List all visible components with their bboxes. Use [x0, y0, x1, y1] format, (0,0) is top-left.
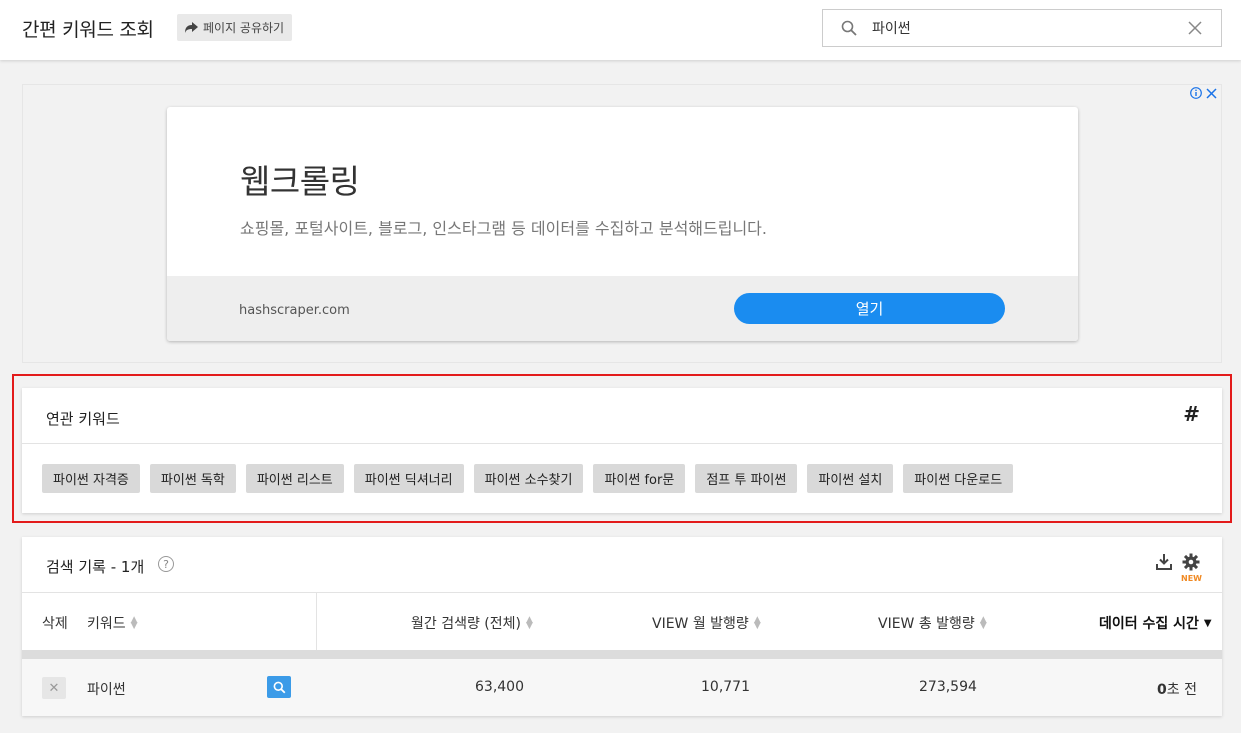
related-keywords-panel: 연관 키워드 # 파이썬 자격증 파이썬 독학 파이썬 리스트 파이썬 딕셔너리…	[22, 388, 1222, 513]
search-history-title: 검색 기록 - 1개	[46, 558, 145, 576]
column-monthly-searches[interactable]: 월간 검색량 (전체) ▲ ▼	[411, 613, 533, 633]
page-title: 간편 키워드 조회	[22, 19, 154, 41]
help-icon[interactable]: ?	[158, 556, 174, 572]
ad-close-icon[interactable]	[1206, 87, 1217, 99]
column-keyword-label: 키워드	[87, 616, 126, 632]
close-icon[interactable]	[1187, 20, 1203, 36]
sort-desc-icon[interactable]: ▼	[1204, 618, 1212, 629]
hashtag-icon[interactable]: #	[1183, 402, 1200, 426]
keyword-tag[interactable]: 파이썬 딕셔너리	[353, 464, 464, 493]
ad-url: hashscraper.com	[239, 303, 350, 318]
related-keywords-header: 연관 키워드 #	[22, 388, 1222, 444]
keyword-tag[interactable]: 파이썬 독학	[149, 464, 236, 493]
keyword-tag[interactable]: 점프 투 파이썬	[695, 464, 798, 493]
related-keywords-title: 연관 키워드	[46, 410, 120, 428]
table-header: 삭제 키워드 ▲ ▼ 월간 검색량 (전체) ▲ ▼ VIEW 월 발행량 ▲ ▼ V…	[22, 593, 1222, 650]
row-keyword: 파이썬	[87, 682, 126, 698]
top-bar: 간편 키워드 조회 페이지 공유하기	[0, 0, 1241, 60]
keyword-tag[interactable]: 파이썬 리스트	[245, 464, 344, 493]
ad-footer: hashscraper.com 열기	[167, 276, 1078, 341]
column-monthly-label: 월간 검색량 (전체)	[411, 616, 521, 632]
ad-info-icon[interactable]	[1190, 87, 1202, 99]
settings-control[interactable]: NEW	[1181, 553, 1202, 583]
share-page-button[interactable]: 페이지 공유하기	[177, 14, 293, 41]
search-history-header: 검색 기록 - 1개 ? NEW	[22, 537, 1222, 593]
row-view-total: 273,594	[919, 679, 977, 695]
delete-row-button[interactable]: ✕	[42, 677, 66, 699]
ad-card[interactable]: 웹크롤링 쇼핑몰, 포털사이트, 블로그, 인스타그램 등 데이터를 수집하고 …	[167, 107, 1078, 341]
keyword-search-box[interactable]	[822, 9, 1222, 47]
search-icon[interactable]	[841, 20, 857, 36]
search-icon	[273, 681, 285, 693]
column-view-monthly[interactable]: VIEW 월 발행량 ▲ ▼	[652, 613, 761, 633]
column-view-monthly-label: VIEW 월 발행량	[652, 616, 749, 632]
column-delete: 삭제	[42, 616, 68, 632]
download-icon[interactable]	[1156, 553, 1172, 570]
search-history-panel: 검색 기록 - 1개 ? NEW 삭제 키워드 ▲ ▼ 월간 검색량 (전체) ▲…	[22, 537, 1222, 716]
related-keyword-tags: 파이썬 자격증 파이썬 독학 파이썬 리스트 파이썬 딕셔너리 파이썬 소수찾기…	[42, 464, 1014, 493]
row-collected-time: 0초 전	[1157, 679, 1197, 699]
ad-open-button[interactable]: 열기	[734, 293, 1005, 324]
ad-title: 웹크롤링	[240, 162, 360, 201]
column-collected-time-label: 데이터 수집 시간	[1099, 616, 1199, 632]
keyword-tag[interactable]: 파이썬 for문	[593, 464, 686, 493]
sort-icon[interactable]: ▲ ▼	[980, 616, 987, 631]
column-keyword[interactable]: 키워드 ▲ ▼	[87, 613, 138, 633]
ad-controls	[1190, 87, 1217, 99]
ad-banner: 웹크롤링 쇼핑몰, 포털사이트, 블로그, 인스타그램 등 데이터를 수집하고 …	[22, 84, 1222, 363]
row-search-button[interactable]	[267, 676, 291, 698]
column-view-total[interactable]: VIEW 총 발행량 ▲ ▼	[878, 613, 987, 633]
sort-icon[interactable]: ▲ ▼	[754, 616, 761, 631]
column-collected-time[interactable]: 데이터 수집 시간 ▼	[1099, 613, 1212, 633]
row-time-unit: 초 전	[1166, 682, 1197, 698]
sort-icon[interactable]: ▲ ▼	[526, 616, 533, 631]
sort-icon[interactable]: ▲ ▼	[131, 616, 138, 631]
new-badge: NEW	[1181, 574, 1202, 583]
gear-icon[interactable]	[1182, 553, 1200, 571]
row-monthly-searches: 63,400	[475, 679, 524, 695]
keyword-tag[interactable]: 파이썬 다운로드	[903, 464, 1014, 493]
keyword-tag[interactable]: 파이썬 자격증	[42, 464, 140, 493]
share-arrow-icon	[185, 22, 198, 33]
row-view-monthly: 10,771	[701, 679, 750, 695]
table-separator	[22, 650, 1222, 659]
row-time-number: 0	[1157, 682, 1167, 698]
column-view-total-label: VIEW 총 발행량	[878, 616, 975, 632]
keyword-tag[interactable]: 파이썬 소수찾기	[473, 464, 584, 493]
search-input[interactable]	[872, 18, 1172, 38]
table-row: ✕ 파이썬 63,400 10,771 273,594 0초 전	[22, 659, 1222, 716]
ad-description: 쇼핑몰, 포털사이트, 블로그, 인스타그램 등 데이터를 수집하고 분석해드립…	[240, 219, 767, 238]
share-page-label: 페이지 공유하기	[203, 21, 285, 35]
keyword-tag[interactable]: 파이썬 설치	[807, 464, 894, 493]
